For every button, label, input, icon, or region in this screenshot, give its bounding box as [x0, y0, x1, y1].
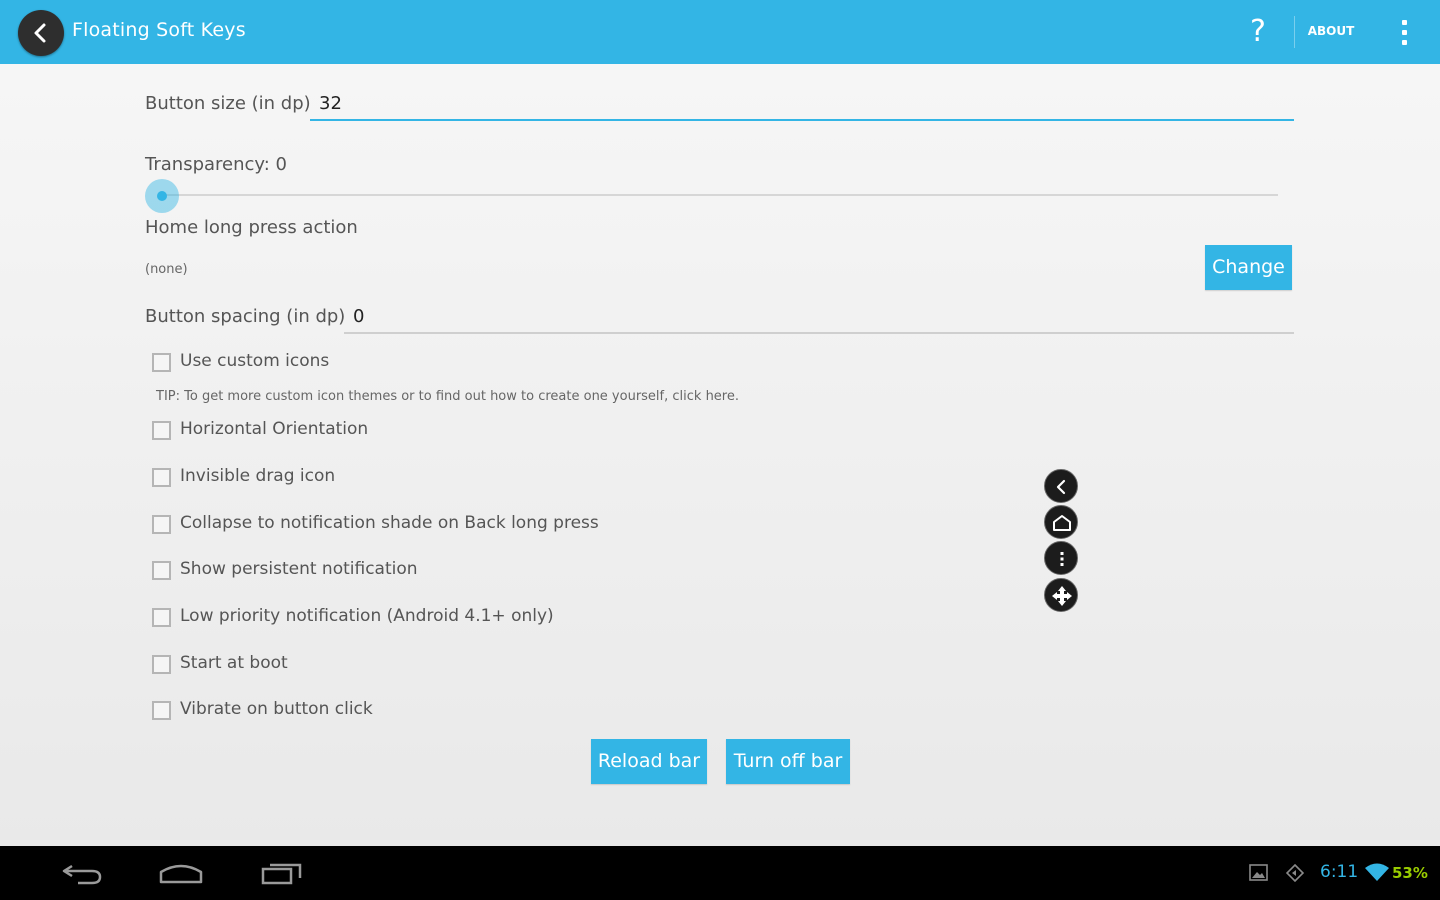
- button-spacing-input[interactable]: 0: [353, 306, 364, 327]
- checkbox-label: Horizontal Orientation: [180, 419, 369, 439]
- floating-back-key[interactable]: [1044, 469, 1078, 503]
- checkbox[interactable]: [152, 561, 171, 580]
- turn-off-bar-button[interactable]: Turn off bar: [726, 739, 850, 784]
- transparency-slider-track[interactable]: [162, 194, 1278, 196]
- button-size-label: Button size (in dp): [145, 93, 311, 114]
- checkbox-label: Use custom icons: [180, 351, 330, 371]
- checkbox[interactable]: [152, 468, 171, 487]
- overflow-menu-icon: [1402, 20, 1407, 25]
- floating-drag-key[interactable]: [1044, 578, 1078, 612]
- action-bar: Floating Soft Keys ? ABOUT: [0, 0, 1440, 64]
- home-long-press-label: Home long press action: [145, 217, 358, 238]
- checkbox[interactable]: [152, 608, 171, 627]
- settings-content: [0, 64, 1440, 846]
- location-icon: [1286, 864, 1305, 882]
- checkbox[interactable]: [152, 515, 171, 534]
- checkbox[interactable]: [152, 701, 171, 720]
- checkbox-label: Collapse to notification shade on Back l…: [180, 513, 599, 533]
- nav-back-icon[interactable]: [60, 860, 104, 886]
- menu-icon: [1060, 552, 1064, 566]
- home-icon: [1053, 515, 1071, 531]
- wifi-icon: [1365, 863, 1389, 881]
- custom-icons-tip[interactable]: TIP: To get more custom icon themes or t…: [156, 389, 739, 404]
- overflow-menu-button[interactable]: [1392, 16, 1416, 50]
- reload-bar-button[interactable]: Reload bar: [591, 739, 707, 784]
- checkbox-label: Start at boot: [180, 653, 288, 673]
- back-icon: [1056, 479, 1066, 495]
- checkbox[interactable]: [152, 353, 171, 372]
- button-size-underline: [310, 119, 1294, 121]
- actionbar-divider: [1294, 16, 1295, 48]
- checkbox-label: Low priority notification (Android 4.1+ …: [180, 606, 554, 626]
- nav-home-icon[interactable]: [158, 860, 204, 886]
- back-button[interactable]: [18, 10, 64, 56]
- overflow-dot: [1402, 30, 1407, 35]
- checkbox-label: Vibrate on button click: [180, 699, 373, 719]
- transparency-label: Transparency: 0: [145, 154, 287, 175]
- checkbox[interactable]: [152, 421, 171, 440]
- home-long-press-value: (none): [145, 262, 188, 277]
- button-spacing-label: Button spacing (in dp): [145, 306, 346, 327]
- help-button[interactable]: ?: [1242, 12, 1274, 52]
- transparency-slider-thumb[interactable]: [145, 179, 179, 213]
- change-button[interactable]: Change: [1205, 245, 1292, 290]
- checkbox-label: Invisible drag icon: [180, 466, 336, 486]
- back-arrow-icon: [34, 23, 46, 43]
- checkbox[interactable]: [152, 655, 171, 674]
- floating-menu-key[interactable]: [1044, 541, 1078, 575]
- app-title: Floating Soft Keys: [72, 19, 246, 41]
- nav-recents-icon[interactable]: [260, 860, 304, 886]
- about-button[interactable]: ABOUT: [1304, 24, 1358, 42]
- battery-level: 53%: [1392, 864, 1428, 882]
- system-nav-bar: 6:11 53%: [0, 846, 1440, 900]
- button-spacing-underline: [344, 332, 1294, 334]
- clock: 6:11: [1320, 862, 1359, 882]
- drag-move-icon: [1052, 586, 1072, 606]
- floating-home-key[interactable]: [1044, 505, 1078, 539]
- button-size-input[interactable]: 32: [319, 93, 342, 114]
- screenshot-icon: [1249, 864, 1268, 881]
- checkbox-label: Show persistent notification: [180, 559, 418, 579]
- overflow-dot: [1402, 40, 1407, 45]
